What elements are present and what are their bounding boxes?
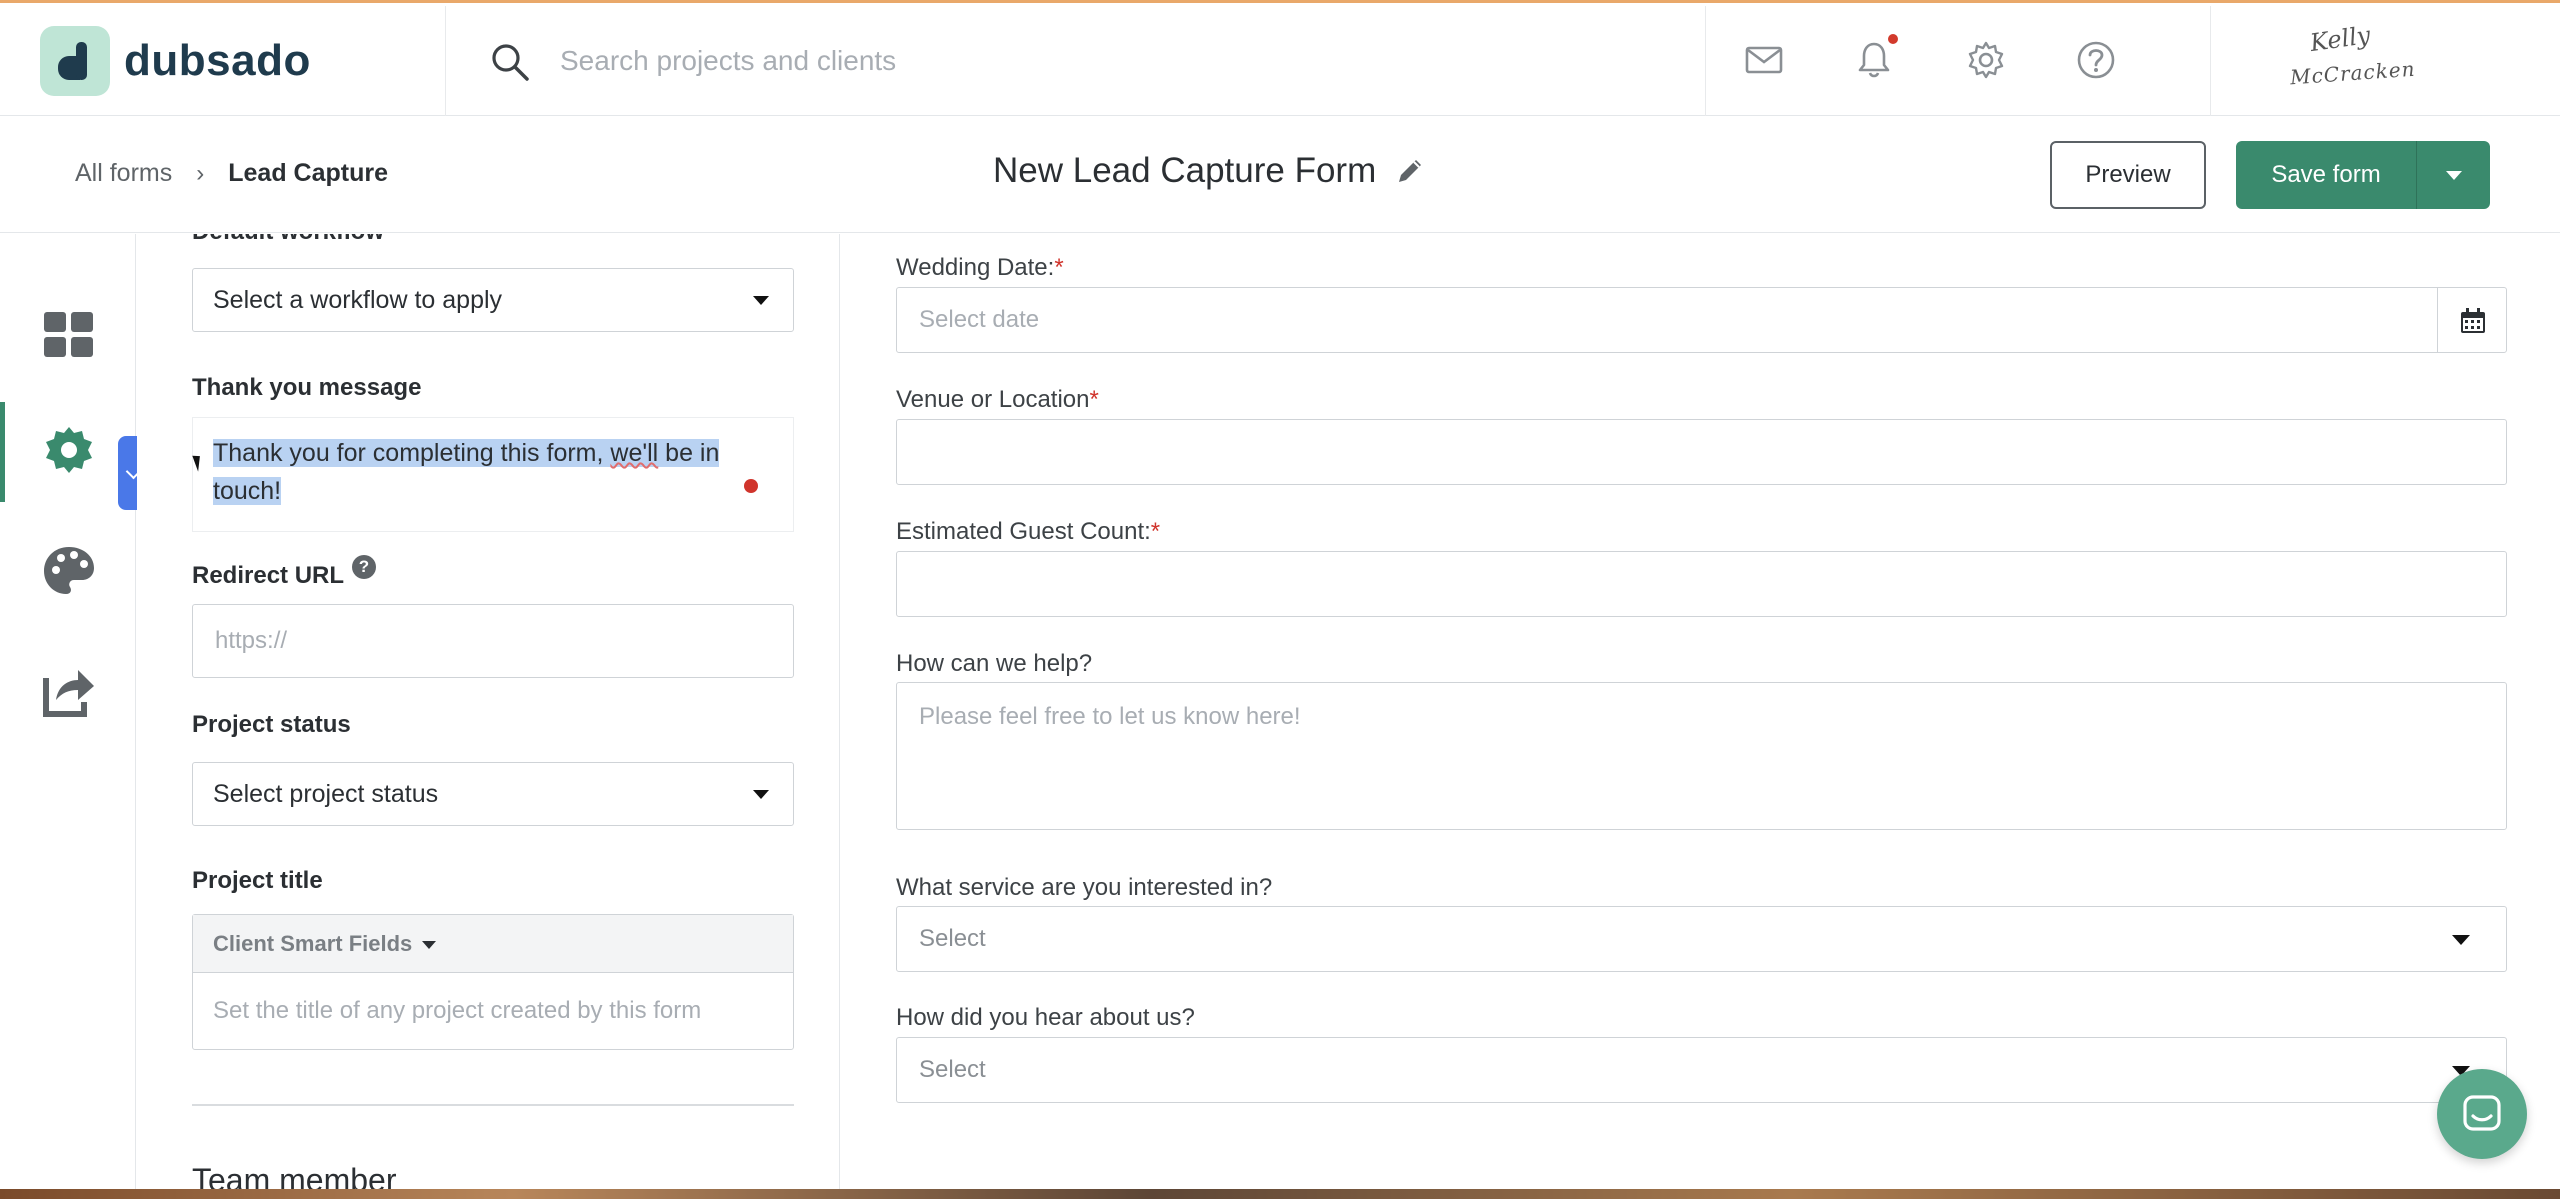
date-picker-button[interactable] <box>2437 287 2507 353</box>
dashboard-grid-icon[interactable] <box>40 306 98 364</box>
form-title: New Lead Capture Form <box>993 151 1426 191</box>
notification-dot <box>1886 32 1900 46</box>
project-status-select[interactable]: Select project status <box>192 762 794 826</box>
help-icon[interactable] <box>2076 40 2116 80</box>
client-smart-fields-dropdown[interactable]: Client Smart Fields <box>193 915 793 973</box>
app-window: dubsado Kelly McCracke <box>0 0 2560 1199</box>
venue-label: Venue or Location* <box>896 386 1099 413</box>
form-header-bar: All forms › Lead Capture New Lead Captur… <box>0 117 2560 233</box>
bell-icon[interactable] <box>1854 40 1894 80</box>
workflow-select-value: Select a workflow to apply <box>213 286 503 314</box>
project-title-field: Client Smart Fields <box>192 914 794 1050</box>
breadcrumb: All forms › Lead Capture <box>75 159 388 188</box>
chevron-down-icon <box>753 296 769 305</box>
help-label: How can we help? <box>896 650 1093 677</box>
smart-fields-label: Client Smart Fields <box>213 931 413 956</box>
breadcrumb-all-forms[interactable]: All forms <box>75 159 172 188</box>
gear-icon[interactable] <box>1966 40 2006 80</box>
top-bar: dubsado Kelly McCracke <box>0 6 2560 116</box>
top-divider <box>2210 6 2211 116</box>
pencil-icon[interactable] <box>1394 155 1426 187</box>
breadcrumb-separator: › <box>196 159 205 187</box>
unsaved-indicator-dot <box>744 479 758 493</box>
redirect-url-label: Redirect URL <box>192 562 345 589</box>
chevron-down-icon <box>2452 935 2470 945</box>
top-divider <box>445 6 446 116</box>
search-icon[interactable] <box>490 42 530 82</box>
hear-about-label: How did you hear about us? <box>896 1004 1195 1031</box>
palette-icon[interactable] <box>40 542 98 600</box>
service-select-value: Select <box>919 925 986 952</box>
calendar-icon <box>2461 308 2485 333</box>
service-label: What service are you interested in? <box>896 874 1273 901</box>
hear-about-select-value: Select <box>919 1056 986 1083</box>
project-title-label: Project title <box>192 867 323 894</box>
thank-you-message-editor[interactable]: Thank you for completing this form, we'l… <box>192 417 794 532</box>
spellcheck-word: we'll <box>610 439 659 467</box>
left-rail-nav <box>0 234 136 1199</box>
wedding-date-label: Wedding Date:* <box>896 254 1064 281</box>
breadcrumb-current: Lead Capture <box>228 159 388 187</box>
preview-button[interactable]: Preview <box>2050 141 2206 209</box>
mail-icon[interactable] <box>1744 40 1784 80</box>
project-status-select-value: Select project status <box>213 780 439 808</box>
thank-you-text: Thank you for completing this form, <box>213 439 611 467</box>
form-settings-panel: Default workflow Select a workflow to ap… <box>137 234 840 1199</box>
form-preview-canvas: Wedding Date:* Venue or Location* Estima… <box>841 234 2560 1199</box>
form-title-text: New Lead Capture Form <box>993 151 1377 190</box>
project-title-input[interactable] <box>193 973 793 1049</box>
share-icon[interactable] <box>40 662 98 720</box>
venue-input[interactable] <box>896 419 2507 485</box>
rail-active-indicator <box>0 402 5 502</box>
thank-you-label: Thank you message <box>192 374 422 401</box>
chat-icon <box>2463 1095 2501 1131</box>
guest-count-input[interactable] <box>896 551 2507 617</box>
wedding-date-input[interactable] <box>896 287 2446 353</box>
section-divider <box>192 1104 794 1106</box>
logo-mark-icon <box>40 26 110 96</box>
hear-about-select[interactable]: Select <box>896 1037 2507 1103</box>
chat-support-button[interactable] <box>2437 1069 2527 1159</box>
logo-text: dubsado <box>124 36 311 85</box>
save-options-dropdown[interactable] <box>2416 141 2490 209</box>
user-signature-avatar[interactable]: Kelly McCracken <box>2280 21 2440 96</box>
chevron-down-icon <box>422 941 437 950</box>
dubsado-logo[interactable]: dubsado <box>40 26 311 96</box>
search-input[interactable] <box>560 36 1360 86</box>
guest-count-label: Estimated Guest Count:* <box>896 518 1161 545</box>
save-form-button[interactable]: Save form <box>2236 141 2416 209</box>
project-status-label: Project status <box>192 711 351 738</box>
chevron-down-icon <box>2445 170 2462 180</box>
workflow-select[interactable]: Select a workflow to apply <box>192 268 794 332</box>
help-textarea[interactable] <box>896 682 2507 830</box>
redirect-url-input[interactable] <box>192 604 794 678</box>
top-divider <box>1705 6 1706 116</box>
settings-gear-icon[interactable] <box>40 422 98 480</box>
help-circle-icon[interactable]: ? <box>352 555 376 579</box>
default-workflow-label: Default workflow <box>192 234 384 246</box>
service-select[interactable]: Select <box>896 906 2507 972</box>
chevron-down-icon <box>753 790 769 799</box>
background-strip <box>0 1189 2560 1199</box>
